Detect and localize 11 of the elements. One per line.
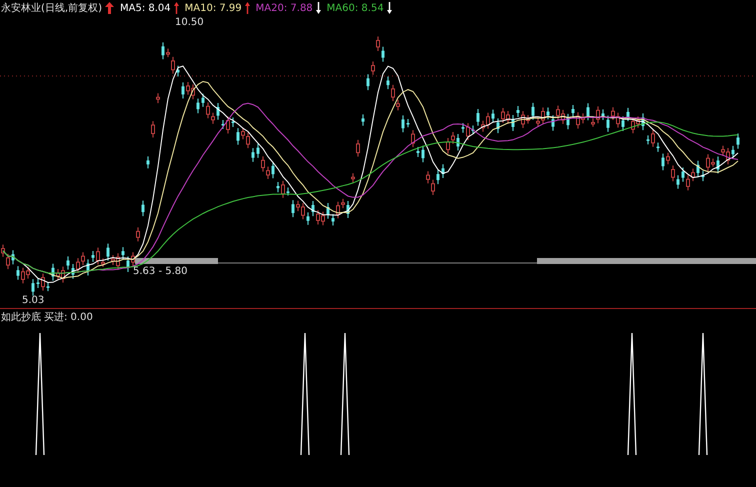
indicator-name: 如此抄底 <box>1 310 41 324</box>
indicator-value: MA20: 7.88 <box>256 2 313 14</box>
price-label: 5.63 - 5.80 <box>133 266 188 277</box>
indicator-reading: 买进: 0.00 <box>44 310 93 324</box>
up-arrow-icon <box>104 2 114 14</box>
price-label: 5.03 <box>22 295 44 306</box>
indicator-value: MA10: 7.99 <box>184 2 242 14</box>
price-label: 10.50 <box>175 17 204 28</box>
indicator-value: MA5: 8.04 <box>120 2 171 14</box>
indicator-value: MA60: 8.54 <box>326 2 384 14</box>
stock-title: 永安林业(日线,前复权) <box>1 2 102 15</box>
